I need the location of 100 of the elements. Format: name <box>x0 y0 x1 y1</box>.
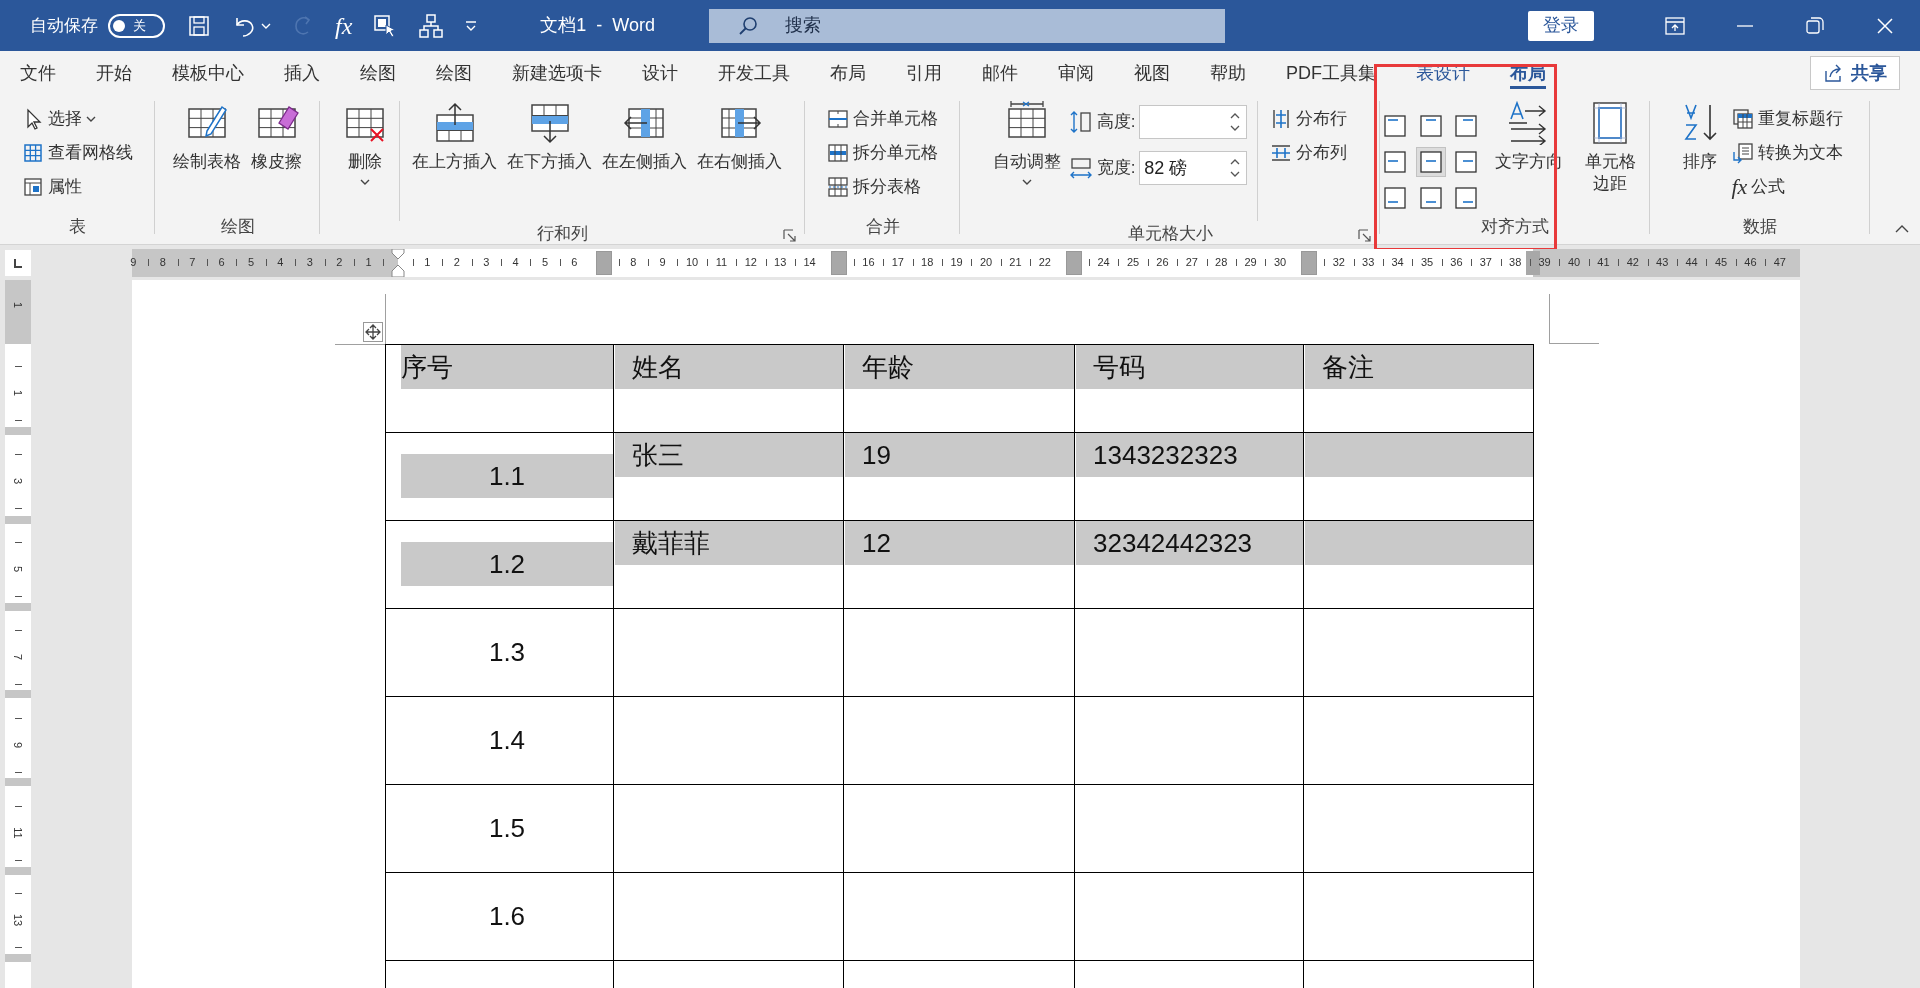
ruler-tick <box>1588 258 1590 266</box>
ruler-tick <box>853 258 855 266</box>
save-icon[interactable] <box>187 13 211 38</box>
window-title: 文档1 - Word <box>540 14 656 37</box>
search-field[interactable]: 搜索 <box>709 8 1226 43</box>
ribbon-tab[interactable]: 绘图 <box>436 57 472 89</box>
hierarchy-icon[interactable] <box>418 12 445 39</box>
table-cell-text: 姓名 <box>615 345 843 389</box>
row-marker[interactable] <box>5 516 31 524</box>
table-move-handle[interactable] <box>363 322 383 342</box>
align-button[interactable] <box>1415 147 1446 177</box>
ribbon-tab[interactable]: 布局 <box>830 57 866 89</box>
ruler-number: 11 <box>11 826 25 840</box>
ribbon-button[interactable]: 在右侧插入 <box>695 101 784 173</box>
ruler-number: 18 <box>921 254 934 269</box>
align-icon <box>1383 186 1407 210</box>
ribbon-button[interactable]: 属性 <box>20 171 84 203</box>
column-marker[interactable] <box>831 250 847 275</box>
ribbon-button[interactable]: 选择 <box>20 103 98 135</box>
share-button[interactable]: 共享 <box>1810 56 1900 90</box>
ribbon-tab[interactable]: 设计 <box>642 57 678 89</box>
ruler-number: 5 <box>541 254 549 269</box>
ribbon-tab[interactable]: 模板中心 <box>172 57 244 89</box>
autosave-toggle[interactable]: 关 <box>108 13 165 38</box>
ribbon-button[interactable]: 重复标题行 <box>1729 103 1845 135</box>
ruler-number: 1 <box>11 300 25 311</box>
spin-field[interactable]: 82 磅 <box>1139 151 1248 185</box>
ruler-number: 6 <box>218 254 225 269</box>
ribbon-button[interactable]: 分布列 <box>1268 137 1350 169</box>
spinner-icon[interactable] <box>1229 157 1242 179</box>
ribbon-button[interactable]: 删除 <box>341 101 389 185</box>
login-button[interactable]: 登录 <box>1528 10 1594 41</box>
indent-marker[interactable] <box>391 248 405 277</box>
collapse-icon <box>1894 224 1910 234</box>
ribbon-button[interactable]: 自动调整 <box>990 101 1063 185</box>
spin-field[interactable] <box>1139 105 1248 139</box>
ribbon-tab[interactable]: 插入 <box>284 57 320 89</box>
ruler-tick <box>1088 258 1090 266</box>
ribbon-tab[interactable]: 绘图 <box>360 57 396 89</box>
row-marker[interactable] <box>5 603 31 611</box>
ribbon-tab[interactable]: 视图 <box>1134 57 1170 89</box>
ribbon-tab[interactable]: 引用 <box>906 57 942 89</box>
ribbon-button[interactable]: 绘制表格 <box>171 101 243 173</box>
field-label: 宽度: <box>1096 157 1136 180</box>
ruler-tick <box>324 258 326 266</box>
grid-icon <box>22 142 44 164</box>
dialog-launcher[interactable] <box>1358 228 1372 243</box>
ruler-tick <box>971 258 973 266</box>
row-marker[interactable] <box>5 954 31 962</box>
dialog-launcher[interactable] <box>783 228 797 243</box>
column-marker[interactable] <box>595 250 612 275</box>
row-marker[interactable] <box>5 867 31 875</box>
ribbon-button[interactable]: 转换为文本 <box>1729 137 1845 169</box>
ruler-number: 22 <box>1038 254 1051 269</box>
ruler-tick <box>736 258 738 266</box>
ruler-tick <box>15 366 22 367</box>
ribbon-button[interactable]: 合并单元格 <box>825 103 940 135</box>
ribbon-tab[interactable]: 邮件 <box>982 57 1018 89</box>
spinner-icon[interactable] <box>1229 111 1242 133</box>
ribbon-button[interactable]: 拆分表格 <box>825 171 923 203</box>
column-marker[interactable] <box>1066 250 1083 275</box>
table-cell-text: 号码 <box>1076 345 1303 389</box>
ribbon-button[interactable]: 分布行 <box>1268 103 1350 135</box>
ribbon-button[interactable]: 排序 <box>1675 101 1724 173</box>
ruler-number: 36 <box>1450 254 1463 269</box>
split-cells-icon <box>827 142 849 164</box>
ruler-number: 7 <box>189 254 196 269</box>
row-marker[interactable] <box>5 778 31 786</box>
table-cell-text: 1.6 <box>487 899 527 933</box>
ribbon-button[interactable]: 查看网格线 <box>20 137 135 169</box>
ruler-tick <box>1177 258 1179 266</box>
ribbon-tab[interactable]: 开始 <box>96 57 132 89</box>
ruler-tick <box>1647 258 1649 266</box>
ribbon-tab[interactable]: 开发工具 <box>718 57 790 89</box>
customize-caret-icon[interactable] <box>464 19 479 32</box>
ribbon-tab[interactable]: 审阅 <box>1058 57 1094 89</box>
ribbon-button[interactable]: 在上方插入 <box>410 101 499 173</box>
ruler-tick <box>1265 258 1267 266</box>
ruler-tick <box>15 596 22 597</box>
ribbon-button[interactable]: 单元格边距 <box>1570 101 1650 195</box>
column-marker[interactable] <box>1525 250 1540 275</box>
ruler-tick <box>15 454 22 455</box>
formula-glyph[interactable]: fx <box>335 7 353 44</box>
ribbon-button[interactable]: fx 公式 <box>1729 171 1788 203</box>
ruler-number: 1 <box>365 254 372 269</box>
column-marker[interactable] <box>1301 250 1318 275</box>
ruler-number: 19 <box>950 254 963 269</box>
ribbon-button[interactable]: 在下方插入 <box>505 101 594 173</box>
ruler-number: 21 <box>1009 254 1022 269</box>
ribbon-button[interactable]: 橡皮擦 <box>249 101 304 173</box>
ribbon-tab[interactable]: 帮助 <box>1210 57 1246 89</box>
row-marker[interactable] <box>5 690 31 698</box>
row-marker[interactable] <box>5 427 31 435</box>
tab-selector[interactable] <box>5 249 31 276</box>
ribbon-tab[interactable]: 文件 <box>20 57 56 89</box>
ruler-number: 5 <box>11 564 25 575</box>
ribbon-tab[interactable]: 新建选项卡 <box>512 57 602 89</box>
ribbon-button[interactable]: 拆分单元格 <box>825 137 940 169</box>
ribbon-button[interactable]: 在左侧插入 <box>600 101 689 173</box>
ribbon-tab[interactable]: PDF工具集 <box>1286 57 1376 89</box>
